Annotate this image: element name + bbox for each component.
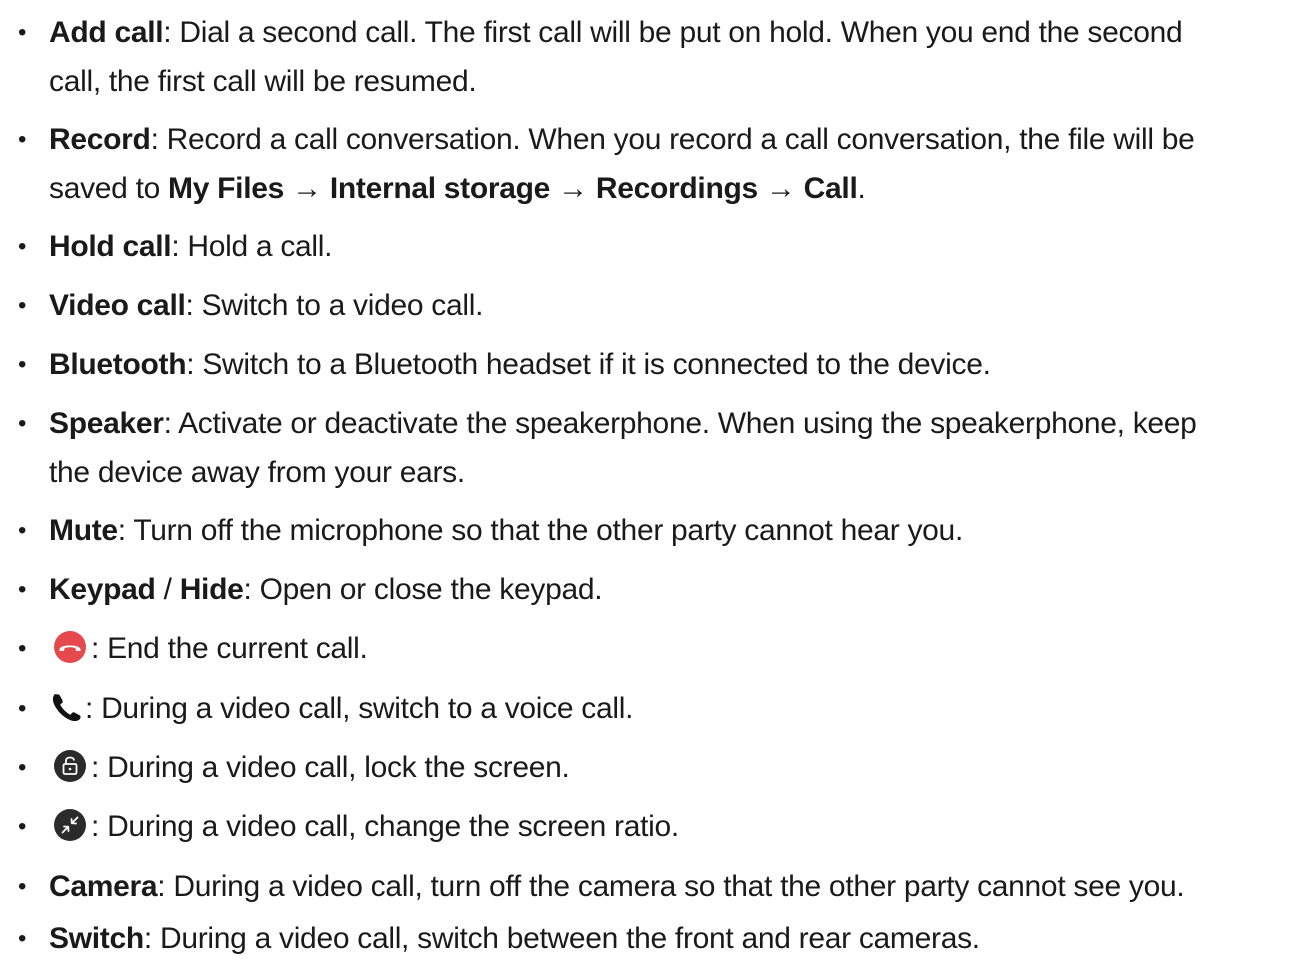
- path-my-files: My Files: [168, 172, 285, 205]
- bullet: •: [17, 635, 27, 662]
- description-suffix: .: [857, 172, 866, 205]
- lock-screen-icon: [49, 749, 91, 783]
- bullet: •: [17, 813, 27, 840]
- term: Hold call: [49, 230, 172, 263]
- description: : Switch to a Bluetooth headset if it is…: [186, 348, 991, 381]
- term: Speaker: [49, 407, 164, 440]
- description: : Activate or deactivate the speakerphon…: [163, 407, 1197, 440]
- description: : Open or close the keypad.: [243, 573, 603, 606]
- bullet: •: [17, 126, 27, 153]
- bullet: •: [17, 233, 27, 260]
- description: : End the current call.: [91, 632, 368, 665]
- bullet: •: [17, 925, 27, 952]
- term: Bluetooth: [49, 348, 187, 381]
- voice-call-icon: [49, 690, 85, 724]
- path-separator: →: [284, 172, 330, 205]
- term: Camera: [49, 870, 158, 903]
- description-prefix: saved to: [49, 172, 169, 205]
- term: Add call: [49, 16, 164, 49]
- bullet: •: [17, 410, 27, 437]
- path-recordings: Recordings: [595, 172, 758, 205]
- bullet: •: [17, 754, 27, 781]
- description: : Switch to a video call.: [185, 289, 484, 322]
- description: : During a video call, change the screen…: [91, 810, 679, 843]
- description: : During a video call, turn off the came…: [157, 870, 1185, 903]
- path-separator: →: [550, 172, 596, 205]
- description: : Dial a second call. The first call wil…: [163, 16, 1183, 49]
- description-continued: call, the first call will be resumed.: [49, 65, 477, 98]
- term: Record: [49, 123, 151, 156]
- path-separator: →: [757, 172, 804, 205]
- end-call-icon: [49, 630, 91, 664]
- description: : During a video call, switch to a voice…: [85, 692, 634, 725]
- term: Switch: [49, 922, 144, 955]
- bullet: •: [17, 695, 27, 722]
- description: : Hold a call.: [171, 230, 333, 263]
- path-call: Call: [803, 172, 858, 205]
- bullet: •: [17, 351, 27, 378]
- term: Mute: [49, 514, 118, 547]
- description: : During a video call, switch between th…: [143, 922, 980, 955]
- bullet: •: [17, 292, 27, 319]
- description-continued: the device away from your ears.: [49, 456, 465, 489]
- bullet: •: [17, 873, 27, 900]
- term-hide: Hide: [179, 573, 244, 606]
- description: : Turn off the microphone so that the ot…: [117, 514, 963, 547]
- description: : Record a call conversation. When you r…: [150, 123, 1195, 156]
- term: Video call: [49, 289, 186, 322]
- bullet: •: [17, 517, 27, 544]
- bullet: •: [17, 576, 27, 603]
- description: : During a video call, lock the screen.: [91, 751, 570, 784]
- bullet: •: [17, 19, 27, 46]
- path-internal-storage: Internal storage: [329, 172, 551, 205]
- screen-ratio-icon: [49, 808, 91, 842]
- term-separator: /: [155, 573, 180, 606]
- term: Keypad: [49, 573, 156, 606]
